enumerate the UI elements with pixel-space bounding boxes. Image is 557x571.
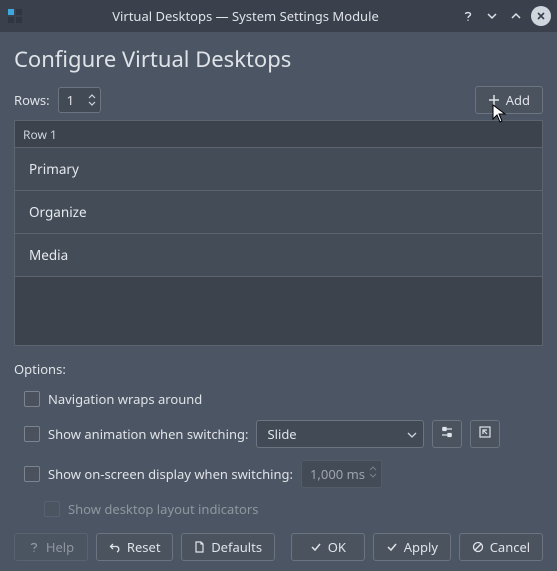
row-group-header: Row 1	[15, 121, 542, 148]
check-icon	[310, 541, 322, 553]
check-icon	[386, 541, 398, 553]
spin-arrows-icon	[369, 465, 377, 483]
show-osd-label: Show on-screen display when switching:	[48, 465, 293, 483]
cancel-button-label: Cancel	[490, 538, 530, 556]
animation-settings-button[interactable]	[432, 420, 462, 448]
help-titlebar-button[interactable]	[459, 7, 477, 25]
dialog-button-row: Help Reset Defaults OK Apply	[14, 519, 543, 561]
help-button-label: Help	[46, 538, 74, 556]
animation-select-value: Slide	[267, 425, 296, 443]
rows-value: 1	[59, 91, 84, 109]
animation-preview-button[interactable]	[470, 420, 500, 448]
show-anim-label: Show animation when switching:	[48, 425, 248, 443]
layout-indicators-label: Show desktop layout indicators	[68, 500, 258, 518]
show-anim-checkbox[interactable]	[24, 426, 40, 442]
preview-icon	[478, 425, 492, 443]
layout-indicators-checkbox	[44, 501, 60, 517]
nav-wraps-checkbox[interactable]	[24, 391, 40, 407]
spin-arrows[interactable]	[84, 93, 100, 107]
ok-button-label: OK	[328, 538, 346, 556]
defaults-button[interactable]: Defaults	[181, 533, 275, 561]
titlebar: Virtual Desktops — System Settings Modul…	[0, 0, 557, 32]
nav-wraps-label: Navigation wraps around	[48, 390, 202, 408]
show-osd-checkbox[interactable]	[24, 466, 40, 482]
defaults-button-label: Defaults	[211, 538, 262, 556]
cancel-button[interactable]: Cancel	[459, 533, 543, 561]
desktop-item[interactable]: Primary	[15, 147, 542, 191]
animation-select[interactable]: Slide	[256, 420, 424, 448]
app-icon	[6, 7, 24, 25]
list-empty-area	[15, 277, 542, 345]
osd-duration-field: 1,000 ms	[301, 460, 382, 488]
reset-button-label: Reset	[127, 538, 161, 556]
reset-button[interactable]: Reset	[96, 533, 173, 561]
page-title: Configure Virtual Desktops	[14, 44, 543, 74]
help-button[interactable]: Help	[14, 533, 88, 561]
osd-duration-value: 1,000 ms	[310, 465, 365, 483]
document-icon	[194, 541, 205, 553]
sliders-icon	[440, 425, 454, 443]
add-button-label: Add	[506, 91, 530, 109]
plus-icon	[488, 94, 500, 106]
help-icon	[28, 541, 40, 553]
close-button[interactable]	[531, 6, 551, 26]
undo-icon	[109, 541, 121, 553]
maximize-button[interactable]	[507, 7, 525, 25]
desktop-item[interactable]: Media	[15, 233, 542, 277]
chevron-down-icon	[407, 425, 417, 443]
cancel-icon	[472, 541, 484, 553]
desktops-list: Row 1 Primary Organize Media	[14, 120, 543, 346]
options-label: Options:	[14, 360, 543, 378]
add-button[interactable]: Add	[475, 86, 543, 114]
apply-button-label: Apply	[404, 538, 438, 556]
minimize-button[interactable]	[483, 7, 501, 25]
ok-button[interactable]: OK	[291, 533, 365, 561]
rows-label: Rows:	[14, 91, 50, 109]
apply-button[interactable]: Apply	[373, 533, 451, 561]
desktop-item[interactable]: Organize	[15, 190, 542, 234]
rows-spinbox[interactable]: 1	[58, 87, 101, 113]
window-title: Virtual Desktops — System Settings Modul…	[32, 7, 459, 25]
